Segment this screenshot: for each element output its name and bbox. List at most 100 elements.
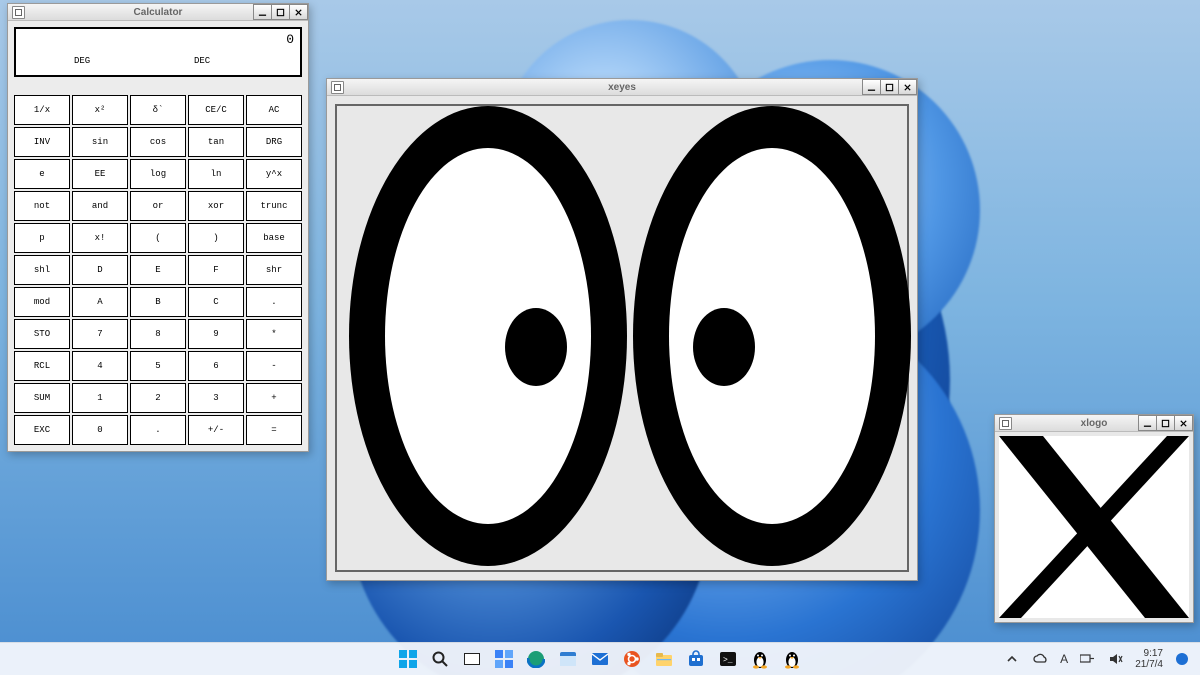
ubuntu-icon[interactable] — [622, 649, 642, 669]
calc-key-6[interactable]: sin — [72, 127, 128, 157]
maximize-button[interactable] — [271, 4, 290, 20]
x-logo-icon — [999, 436, 1189, 618]
calc-key-33[interactable]: C — [188, 287, 244, 317]
calc-key-15[interactable]: not — [14, 191, 70, 221]
calc-key-10[interactable]: e — [14, 159, 70, 189]
calc-key-32[interactable]: B — [130, 287, 186, 317]
left-eye-pupil — [505, 308, 567, 386]
calc-key-18[interactable]: xor — [188, 191, 244, 221]
calc-key-41[interactable]: 4 — [72, 351, 128, 381]
minimize-button[interactable] — [862, 79, 881, 95]
taskview-icon[interactable] — [462, 649, 482, 669]
tux-icon[interactable] — [782, 649, 802, 669]
notifications-icon[interactable] — [1172, 649, 1192, 669]
xeyes-canvas — [335, 104, 909, 572]
calc-key-51[interactable]: 0 — [72, 415, 128, 445]
calc-key-36[interactable]: 7 — [72, 319, 128, 349]
right-eye-pupil — [693, 308, 755, 386]
tux-icon[interactable] — [750, 649, 770, 669]
calc-key-46[interactable]: 1 — [72, 383, 128, 413]
onedrive-icon[interactable] — [1031, 649, 1051, 669]
xeyes-window[interactable]: xeyes — [326, 78, 918, 581]
explorer-icon[interactable] — [654, 649, 674, 669]
terminal-icon[interactable]: >_ — [718, 649, 738, 669]
minimize-button[interactable] — [253, 4, 272, 20]
calc-key-17[interactable]: or — [130, 191, 186, 221]
volume-icon[interactable] — [1106, 649, 1126, 669]
clock-time: 9:17 — [1135, 648, 1163, 659]
calc-key-20[interactable]: p — [14, 223, 70, 253]
calc-key-39[interactable]: * — [246, 319, 302, 349]
calc-key-9[interactable]: DRG — [246, 127, 302, 157]
calc-key-8[interactable]: tan — [188, 127, 244, 157]
close-button[interactable] — [898, 79, 917, 95]
widgets-icon[interactable] — [494, 649, 514, 669]
calc-key-27[interactable]: E — [130, 255, 186, 285]
calc-key-23[interactable]: ) — [188, 223, 244, 253]
window-title: xeyes — [327, 82, 917, 93]
calc-key-1[interactable]: x² — [72, 95, 128, 125]
calc-key-3[interactable]: CE/C — [188, 95, 244, 125]
maximize-button[interactable] — [1156, 415, 1175, 431]
calc-key-26[interactable]: D — [72, 255, 128, 285]
calc-key-13[interactable]: ln — [188, 159, 244, 189]
calc-key-45[interactable]: SUM — [14, 383, 70, 413]
calc-key-30[interactable]: mod — [14, 287, 70, 317]
network-icon[interactable] — [1077, 649, 1097, 669]
calc-key-14[interactable]: y^x — [246, 159, 302, 189]
calc-key-24[interactable]: base — [246, 223, 302, 253]
calc-key-35[interactable]: STO — [14, 319, 70, 349]
calc-key-38[interactable]: 9 — [188, 319, 244, 349]
xlogo-titlebar[interactable]: xlogo — [995, 415, 1193, 432]
calc-key-42[interactable]: 5 — [130, 351, 186, 381]
calc-key-53[interactable]: +/- — [188, 415, 244, 445]
calc-key-52[interactable]: . — [130, 415, 186, 445]
calc-key-28[interactable]: F — [188, 255, 244, 285]
calc-key-34[interactable]: . — [246, 287, 302, 317]
calc-key-11[interactable]: EE — [72, 159, 128, 189]
calc-key-48[interactable]: 3 — [188, 383, 244, 413]
edge-icon[interactable] — [526, 649, 546, 669]
angle-mode: DEG — [74, 56, 90, 66]
xeyes-titlebar[interactable]: xeyes — [327, 79, 917, 96]
calculator-titlebar[interactable]: Calculator — [8, 4, 308, 21]
calc-key-37[interactable]: 8 — [130, 319, 186, 349]
calc-key-25[interactable]: shl — [14, 255, 70, 285]
calc-key-31[interactable]: A — [72, 287, 128, 317]
calc-key-12[interactable]: log — [130, 159, 186, 189]
calc-key-49[interactable]: + — [246, 383, 302, 413]
clock[interactable]: 9:17 21/7/4 — [1135, 648, 1163, 670]
maximize-button[interactable] — [880, 79, 899, 95]
ime-indicator[interactable]: A — [1060, 652, 1068, 666]
calculator-keypad: 1/xx²δ`CE/CACINVsincostanDRGeEEloglny^xn… — [14, 95, 302, 445]
minimize-button[interactable] — [1138, 415, 1157, 431]
start-button[interactable] — [398, 649, 418, 669]
store-icon[interactable] — [686, 649, 706, 669]
close-button[interactable] — [1174, 415, 1193, 431]
calculator-window[interactable]: Calculator 0 DEG DEC 1/xx²δ`CE/CACINVsin… — [7, 3, 309, 452]
search-icon[interactable] — [430, 649, 450, 669]
taskbar[interactable]: >_ A 9:17 21/7/4 — [0, 642, 1200, 675]
calc-key-43[interactable]: 6 — [188, 351, 244, 381]
tray-chevron-up-icon[interactable] — [1002, 649, 1022, 669]
calc-key-19[interactable]: trunc — [246, 191, 302, 221]
calc-key-54[interactable]: = — [246, 415, 302, 445]
calc-key-47[interactable]: 2 — [130, 383, 186, 413]
calc-key-5[interactable]: INV — [14, 127, 70, 157]
calc-key-22[interactable]: ( — [130, 223, 186, 253]
base-mode: DEC — [194, 56, 210, 66]
calc-key-4[interactable]: AC — [246, 95, 302, 125]
calc-key-50[interactable]: EXC — [14, 415, 70, 445]
calendar-icon[interactable] — [558, 649, 578, 669]
calc-key-7[interactable]: cos — [130, 127, 186, 157]
calc-key-21[interactable]: x! — [72, 223, 128, 253]
xlogo-window[interactable]: xlogo — [994, 414, 1194, 623]
calc-key-40[interactable]: RCL — [14, 351, 70, 381]
calc-key-44[interactable]: - — [246, 351, 302, 381]
calc-key-0[interactable]: 1/x — [14, 95, 70, 125]
calc-key-2[interactable]: δ` — [130, 95, 186, 125]
mail-icon[interactable] — [590, 649, 610, 669]
calc-key-16[interactable]: and — [72, 191, 128, 221]
close-button[interactable] — [289, 4, 308, 20]
calc-key-29[interactable]: shr — [246, 255, 302, 285]
